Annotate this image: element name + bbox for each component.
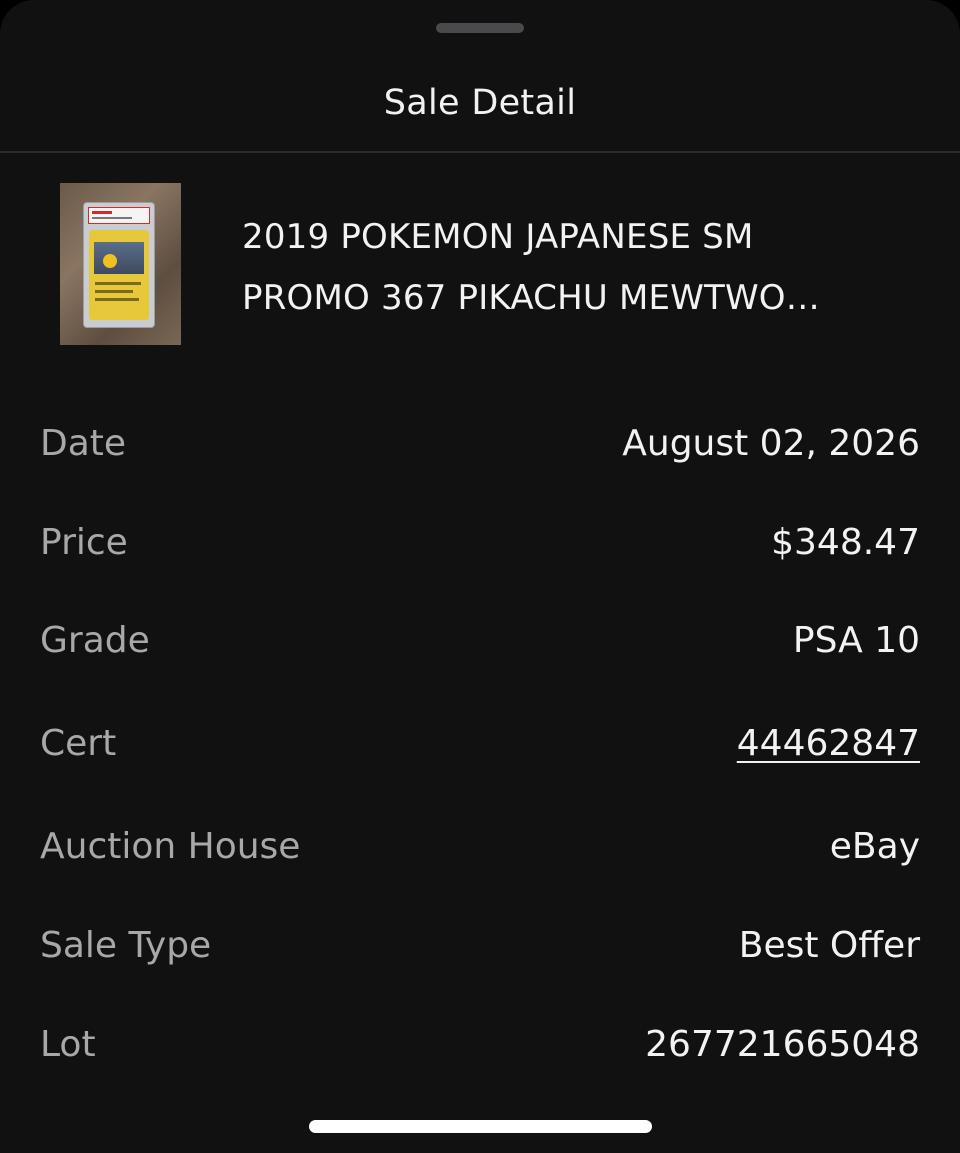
detail-value-grade: PSA 10 <box>792 620 920 661</box>
detail-row-price: Price $348.47 <box>40 518 920 568</box>
sheet-grabber-handle[interactable] <box>436 23 524 33</box>
cert-number-link[interactable]: 44462847 <box>737 719 920 769</box>
home-indicator[interactable] <box>309 1120 652 1133</box>
product-name-line-2: PROMO 367 PIKACHU MEWTWO… <box>242 278 820 318</box>
slab-label <box>88 207 150 224</box>
detail-row-grade: Grade PSA 10 <box>40 616 920 666</box>
detail-row-auction-house: Auction House eBay <box>40 822 920 872</box>
detail-value-date: August 02, 2026 <box>622 423 920 464</box>
product-name-line-1: 2019 POKEMON JAPANESE SM <box>242 217 754 257</box>
detail-value-price: $348.47 <box>771 522 920 563</box>
detail-row-date: Date August 02, 2026 <box>40 419 920 469</box>
detail-label-grade: Grade <box>40 620 150 661</box>
detail-value-sale-type: Best Offer <box>738 925 920 966</box>
detail-row-cert: Cert 44462847 <box>40 719 920 769</box>
card-thumbnail[interactable] <box>60 183 181 345</box>
detail-label-lot: Lot <box>40 1024 96 1065</box>
sale-detail-sheet: Sale Detail 2019 POKEMON JAPANESE SM PRO… <box>0 0 960 1153</box>
detail-label-price: Price <box>40 522 128 563</box>
product-name: 2019 POKEMON JAPANESE SM PROMO 367 PIKAC… <box>242 207 932 329</box>
detail-row-lot: Lot 267721665048 <box>40 1020 920 1070</box>
detail-value-auction-house: eBay <box>829 826 920 867</box>
detail-row-sale-type: Sale Type Best Offer <box>40 921 920 971</box>
card-image <box>89 230 149 320</box>
graded-card-slab-icon <box>84 203 154 327</box>
detail-label-cert: Cert <box>40 723 117 764</box>
detail-label-auction-house: Auction House <box>40 826 301 867</box>
header-divider <box>0 151 960 153</box>
detail-label-date: Date <box>40 423 127 464</box>
sheet-title: Sale Detail <box>383 83 577 123</box>
detail-value-lot: 267721665048 <box>645 1024 920 1065</box>
detail-label-sale-type: Sale Type <box>40 925 212 966</box>
